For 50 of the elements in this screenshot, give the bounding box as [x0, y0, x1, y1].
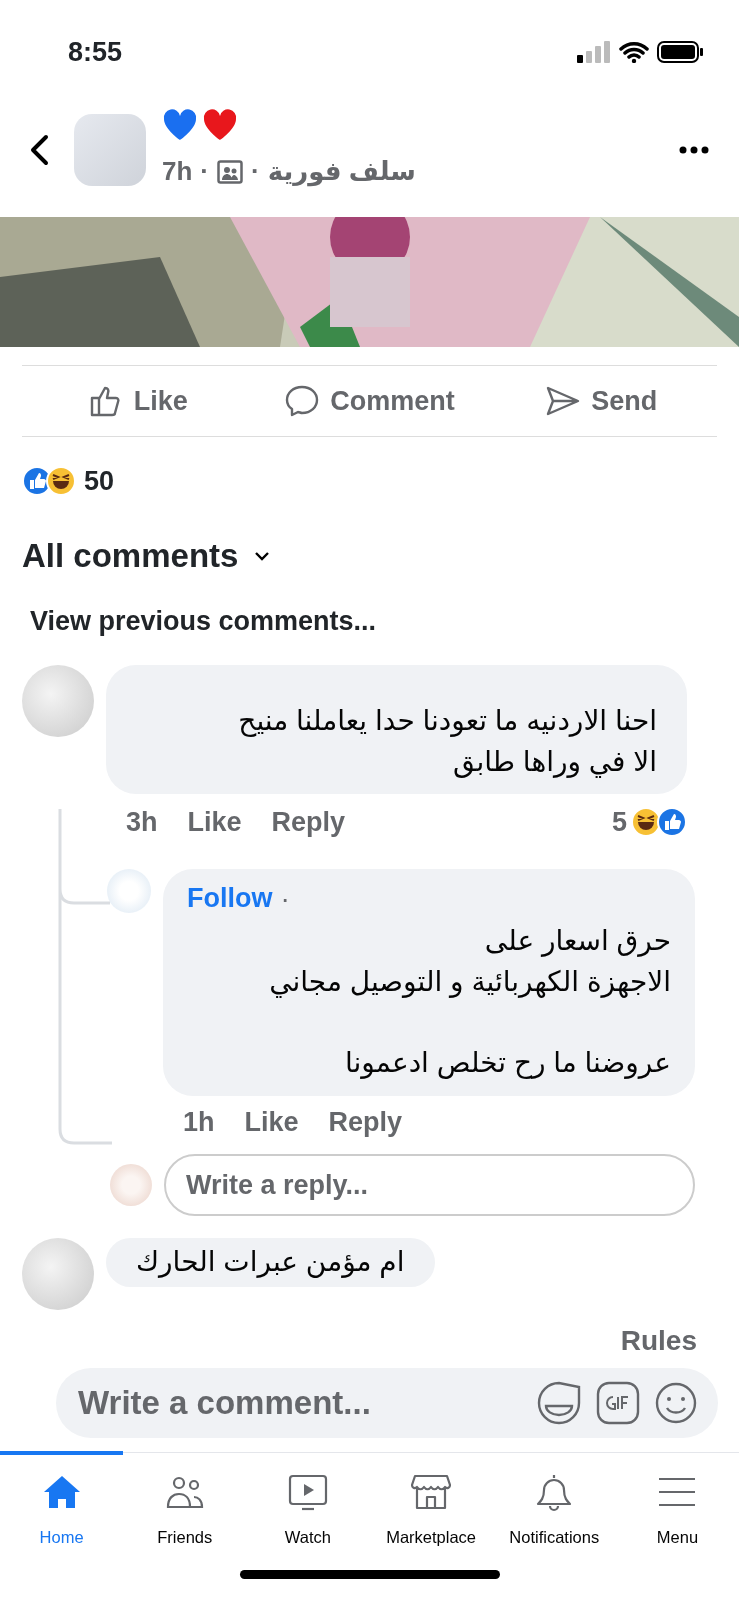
reply-link[interactable]: Reply — [328, 1101, 403, 1143]
chevron-down-icon[interactable] — [254, 550, 271, 561]
nav-tab[interactable]: Watch — [246, 1451, 370, 1570]
comments-filter[interactable]: All comments — [22, 531, 239, 581]
back-icon[interactable] — [28, 133, 50, 166]
nav-tab[interactable]: Menu — [615, 1451, 739, 1570]
comment-bar[interactable]: Write a comment... — [56, 1368, 718, 1438]
comment-time: 1h — [183, 1105, 215, 1139]
nav-tab[interactable]: Notifications — [492, 1451, 616, 1570]
more-icon[interactable] — [679, 145, 709, 154]
like-reaction-icon — [657, 807, 687, 838]
group-name[interactable]: سلف فورية — [267, 152, 416, 191]
gif-icon[interactable] — [596, 1381, 640, 1425]
comment-button[interactable]: Comment — [253, 366, 486, 436]
reply-link[interactable]: Reply — [271, 802, 346, 843]
reply-text: حرق اسعار على الاجهزة الكهربائية و التوصيل مجاني عروضنا ما رح تخلص ادعمونا — [268, 924, 671, 1081]
status-time: 8:55 — [68, 35, 123, 69]
signal-icon — [577, 41, 611, 63]
wifi-icon — [619, 41, 649, 63]
like-link[interactable]: Like — [244, 1101, 299, 1143]
reply-field[interactable]: Write a reply... — [164, 1154, 695, 1217]
view-previous-link[interactable]: View previous comments... — [30, 605, 377, 636]
comment-bubble: احنا الاردنيه ما تعودنا حدا يعاملنا منيح الا في وراها طابق — [106, 665, 687, 795]
nav-tab[interactable]: Marketplace — [369, 1451, 493, 1570]
nav-tab[interactable]: Friends — [123, 1451, 247, 1570]
like-button[interactable]: Like — [22, 366, 254, 436]
comment-time: 3h — [126, 806, 158, 840]
send-button[interactable]: Send — [485, 366, 717, 436]
follow-link[interactable]: Follow — [187, 879, 273, 919]
separator-dot: · — [280, 881, 290, 916]
post-time: 7h — [162, 155, 193, 188]
haha-reaction-icon — [46, 466, 76, 496]
separator-dot: · — [251, 155, 260, 188]
comment-bubble: ام مؤمن عبرات الحارك — [106, 1238, 435, 1287]
battery-icon — [657, 41, 703, 63]
like-link[interactable]: Like — [187, 802, 242, 843]
emoji-icon[interactable] — [654, 1381, 698, 1425]
rules-link[interactable]: Rules — [620, 1320, 697, 1362]
heart-icon — [162, 108, 198, 142]
nav-tab[interactable]: Home — [0, 1451, 124, 1570]
sticker-icon[interactable] — [536, 1380, 582, 1426]
reaction-count[interactable]: 5 — [611, 802, 627, 843]
watch-icon — [287, 1473, 328, 1513]
comment-icon — [284, 384, 321, 418]
reaction-count[interactable]: 50 — [84, 460, 115, 502]
send-icon — [545, 384, 582, 418]
group-icon — [217, 159, 243, 184]
comment-field[interactable]: Write a comment... — [76, 1377, 522, 1429]
heart-icon — [202, 108, 238, 142]
separator-dot: · — [200, 155, 209, 188]
